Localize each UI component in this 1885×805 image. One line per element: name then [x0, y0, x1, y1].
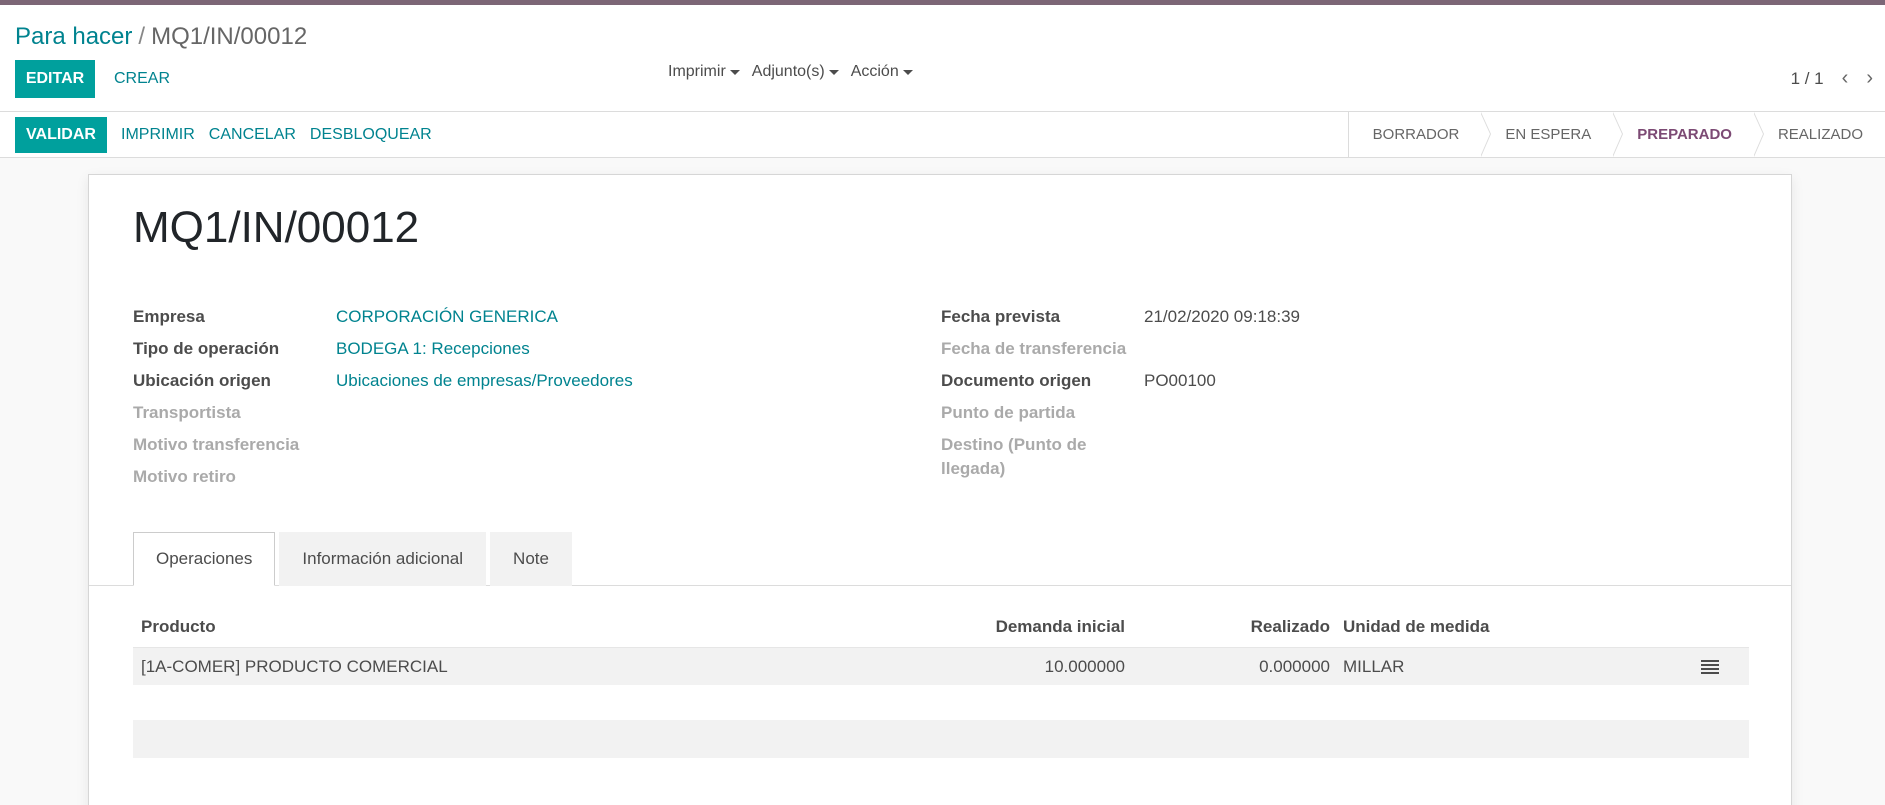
control-panel: Para hacer / MQ1/IN/00012 EDITAR CREAR Imp… — [0, 5, 1885, 112]
record-title: MQ1/IN/00012 — [133, 203, 420, 252]
status-bar-buttons: VALIDAR IMPRIMIR CANCELAR DESBLOQUEAR — [15, 116, 432, 154]
field-row-operation-type: Tipo de operación BODEGA 1: Recepciones — [133, 333, 893, 365]
edit-button[interactable]: EDITAR — [15, 60, 95, 98]
breadcrumb: Para hacer / MQ1/IN/00012 — [15, 23, 307, 51]
field-row-withdrawal-reason: Motivo retiro — [133, 461, 893, 493]
source-document-value: PO00100 — [1144, 371, 1216, 390]
create-button[interactable]: CREAR — [104, 60, 180, 98]
field-label: Fecha prevista — [941, 307, 1061, 326]
field-label: Destino (Punto de llegada) — [941, 435, 1087, 478]
notebook-tabs: Operaciones Información adicional Note — [133, 532, 576, 586]
step-ready[interactable]: PREPARADO — [1613, 112, 1764, 157]
cell-demand: 10.000000 — [1044, 656, 1125, 676]
caret-down-icon — [902, 69, 913, 75]
tab-note[interactable]: Note — [490, 532, 572, 586]
chevron-left-icon[interactable]: ‹ — [1842, 67, 1849, 90]
field-label: Motivo transferencia — [133, 435, 300, 454]
unlock-button[interactable]: DESBLOQUEAR — [310, 126, 432, 144]
step-waiting[interactable]: EN ESPERA — [1481, 112, 1624, 157]
field-row-departure-point: Punto de partida — [941, 397, 1701, 429]
cancel-button[interactable]: CANCELAR — [209, 126, 296, 144]
field-label: Tipo de operación — [133, 339, 280, 358]
table-header: Producto Demanda inicial Realizado Unida… — [133, 607, 1749, 647]
right-field-group: Fecha prevista 21/02/2020 09:18:39 Fecha… — [941, 301, 1701, 481]
cell-product: [1A-COMER] PRODUCTO COMERCIAL — [141, 656, 448, 676]
header-demand[interactable]: Demanda inicial — [961, 617, 1125, 637]
row-detail-button[interactable] — [1670, 659, 1749, 674]
action-menu-label: Acción — [850, 63, 899, 80]
breadcrumb-parent-link[interactable]: Para hacer — [15, 23, 132, 50]
breadcrumb-separator: / — [138, 23, 146, 50]
pager-value[interactable]: 1 / 1 — [1791, 69, 1824, 89]
company-link[interactable]: CORPORACIÓN GENERICA — [336, 301, 558, 329]
field-label: Transportista — [133, 403, 241, 422]
field-row-transfer-date: Fecha de transferencia — [941, 333, 1701, 365]
attachments-menu[interactable]: Adjunto(s) — [752, 63, 839, 81]
print-menu-label: Imprimir — [668, 63, 726, 80]
field-label: Empresa — [133, 307, 205, 326]
tab-operations[interactable]: Operaciones — [133, 532, 276, 586]
status-bar: VALIDAR IMPRIMIR CANCELAR DESBLOQUEAR BO… — [0, 112, 1885, 158]
operations-table: Producto Demanda inicial Realizado Unida… — [133, 607, 1749, 685]
table-row[interactable]: [1A-COMER] PRODUCTO COMERCIAL 10.000000 … — [133, 647, 1749, 685]
scheduled-date-value: 21/02/2020 09:18:39 — [1144, 307, 1300, 326]
step-done[interactable]: REALIZADO — [1754, 112, 1885, 157]
header-product[interactable]: Producto — [133, 617, 961, 637]
print-button[interactable]: IMPRIMIR — [121, 126, 195, 144]
action-menus: Imprimir Adjunto(s) Acción — [668, 63, 913, 81]
action-menu[interactable]: Acción — [851, 63, 913, 81]
chevron-right-icon[interactable]: › — [1866, 67, 1873, 90]
field-row-source-location: Ubicación origen Ubicaciones de empresas… — [133, 365, 893, 397]
header-uom[interactable]: Unidad de medida — [1330, 617, 1670, 637]
caret-down-icon — [828, 69, 839, 75]
field-row-scheduled-date: Fecha prevista 21/02/2020 09:18:39 — [941, 301, 1701, 333]
print-menu[interactable]: Imprimir — [668, 63, 740, 81]
pager: 1 / 1 ‹ › — [1791, 67, 1873, 90]
tab-additional-info[interactable]: Información adicional — [279, 532, 487, 586]
caret-down-icon — [729, 69, 740, 75]
left-field-group: Empresa CORPORACIÓN GENERICA Tipo de ope… — [133, 301, 893, 493]
attachments-menu-label: Adjunto(s) — [751, 63, 825, 80]
breadcrumb-current: MQ1/IN/00012 — [151, 23, 308, 50]
form-sheet: MQ1/IN/00012 Empresa CORPORACIÓN GENERIC… — [88, 174, 1792, 805]
validate-button[interactable]: VALIDAR — [15, 117, 107, 153]
field-label: Punto de partida — [941, 403, 1076, 422]
step-draft[interactable]: BORRADOR — [1349, 112, 1492, 157]
list-icon[interactable] — [1700, 659, 1719, 674]
field-row-source-document: Documento origen PO00100 — [941, 365, 1701, 397]
field-row-destination: Destino (Punto de llegada) — [941, 429, 1701, 481]
field-label: Fecha de transferencia — [941, 339, 1127, 358]
header-done[interactable]: Realizado — [1125, 617, 1330, 637]
empty-table-row — [133, 720, 1749, 758]
cell-uom: MILLAR — [1343, 656, 1405, 676]
status-steps: BORRADOR EN ESPERA PREPARADO REALIZADO — [1347, 112, 1885, 157]
field-label: Documento origen — [941, 371, 1092, 390]
operation-type-link[interactable]: BODEGA 1: Recepciones — [336, 333, 530, 361]
cell-done: 0.000000 — [1259, 656, 1330, 676]
source-location-link[interactable]: Ubicaciones de empresas/Proveedores — [336, 365, 633, 393]
field-label: Motivo retiro — [133, 467, 236, 486]
field-label: Ubicación origen — [133, 371, 271, 390]
field-row-transfer-reason: Motivo transferencia — [133, 429, 893, 461]
field-row-carrier: Transportista — [133, 397, 893, 429]
field-row-company: Empresa CORPORACIÓN GENERICA — [133, 301, 893, 333]
